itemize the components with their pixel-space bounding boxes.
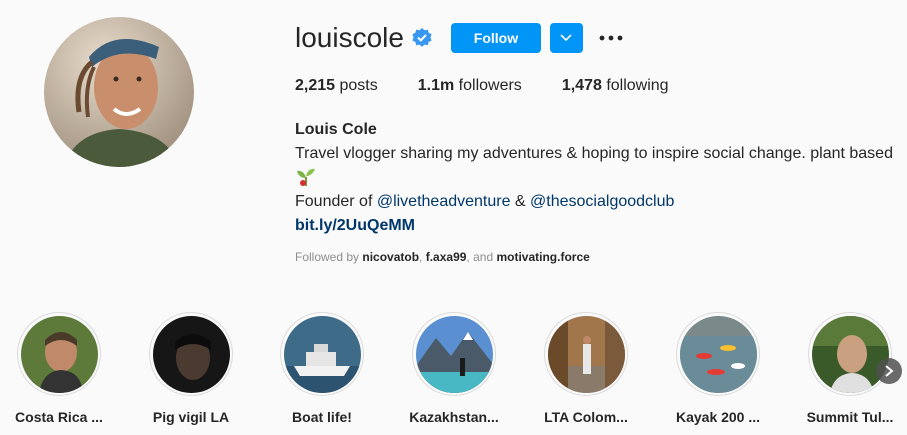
highlight-item[interactable]: Pig vigil LA xyxy=(136,312,246,425)
followers-value: 1.1m xyxy=(417,77,455,94)
story-highlights: Costa Rica ... Pig vigil LA Boat life! K… xyxy=(0,312,907,435)
highlight-label: Costa Rica ... xyxy=(15,409,103,425)
highlight-cover-mountains xyxy=(415,315,493,393)
profile-stats: 2,215 posts 1.1m followers 1,478 followi… xyxy=(295,77,709,95)
following-count[interactable]: 1,478 following xyxy=(562,77,669,95)
more-options-button[interactable] xyxy=(597,23,625,53)
highlight-item[interactable]: Boat life! xyxy=(267,312,377,425)
highlight-ring xyxy=(808,312,892,396)
highlight-item[interactable]: Kazakhstan... xyxy=(399,312,509,425)
highlight-label: Pig vigil LA xyxy=(152,409,230,425)
highlight-label: Kayak 200 ... xyxy=(675,409,761,425)
followers-label: followers xyxy=(458,77,522,94)
follow-button[interactable]: Follow xyxy=(450,23,541,53)
highlight-cover-boat xyxy=(283,315,361,393)
more-dots-icon xyxy=(599,35,623,41)
profile-bio: Louis Cole Travel vlogger sharing my adv… xyxy=(295,118,895,238)
highlight-label: Summit Tul... xyxy=(806,409,894,425)
separator: , and xyxy=(466,250,497,264)
bio-link[interactable]: bit.ly/2UuQeMM xyxy=(295,217,415,234)
highlight-ring xyxy=(17,312,101,396)
highlight-cover-dark xyxy=(152,315,230,393)
mention-livetheadventure[interactable]: @livetheadventure xyxy=(377,193,511,210)
posts-value: 2,215 xyxy=(295,77,336,94)
highlight-cover-street xyxy=(547,315,625,393)
highlight-cover-summit xyxy=(811,315,889,393)
follower-faxa99: f.axa99 xyxy=(425,250,467,264)
highlight-ring xyxy=(280,312,364,396)
highlight-ring xyxy=(412,312,496,396)
bio-line: Travel vlogger sharing my adventures & h… xyxy=(295,145,893,162)
posts-count: 2,215 posts xyxy=(295,77,378,95)
profile-header: louiscole Follow xyxy=(295,22,895,54)
posts-label: posts xyxy=(339,77,378,94)
title-row: louiscole Follow xyxy=(295,22,895,54)
highlight-item[interactable]: Kayak 200 ... xyxy=(663,312,773,425)
profile-avatar[interactable] xyxy=(44,17,194,167)
separator: , xyxy=(419,250,426,264)
highlight-label: Kazakhstan... xyxy=(409,409,499,425)
follower-nicovatob: nicovatob xyxy=(362,250,420,264)
username: louiscole xyxy=(295,22,404,53)
highlight-cover-person xyxy=(20,315,98,393)
seedling-icon xyxy=(295,166,895,190)
followed-by[interactable]: Followed by nicovatob, f.axa99, and moti… xyxy=(295,250,590,264)
highlight-ring xyxy=(149,312,233,396)
followed-by-prefix: Followed by xyxy=(295,250,363,264)
verified-badge-icon xyxy=(412,28,432,48)
mention-thesocialgoodclub[interactable]: @thesocialgoodclub xyxy=(530,193,674,210)
highlight-ring xyxy=(676,312,760,396)
highlight-cover-kayaks xyxy=(679,315,757,393)
chevron-right-icon xyxy=(885,365,894,377)
followers-count[interactable]: 1.1m followers xyxy=(418,77,522,95)
founder-prefix: Founder of xyxy=(295,193,377,210)
highlight-ring xyxy=(544,312,628,396)
highlight-label: Boat life! xyxy=(292,409,352,425)
following-value: 1,478 xyxy=(561,77,602,94)
ampersand: & xyxy=(510,193,531,210)
highlight-label: LTA Colom... xyxy=(544,409,628,425)
chevron-down-icon xyxy=(560,34,573,42)
highlight-item[interactable]: LTA Colom... xyxy=(531,312,641,425)
full-name: Louis Cole xyxy=(295,121,377,138)
highlights-next-button[interactable] xyxy=(876,358,902,384)
highlight-item[interactable]: Costa Rica ... xyxy=(4,312,114,425)
founder-line: Founder of @livetheadventure & @thesocia… xyxy=(295,190,895,214)
follower-motivating-force: motivating.force xyxy=(496,250,590,264)
following-label: following xyxy=(606,77,669,94)
suggested-dropdown-button[interactable] xyxy=(549,23,583,53)
